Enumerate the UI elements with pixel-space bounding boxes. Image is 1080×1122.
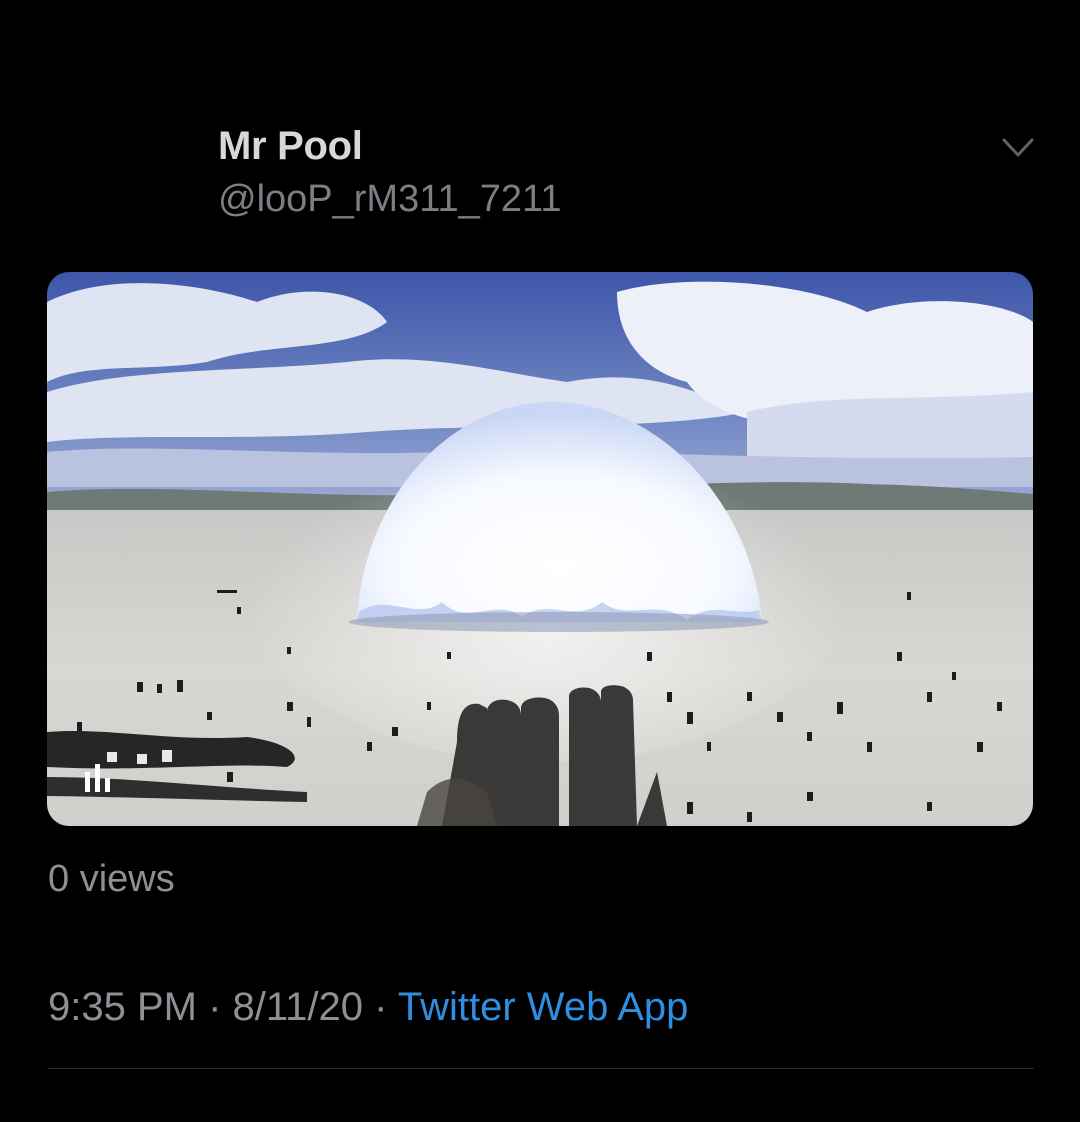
tweet-menu-button[interactable] — [996, 128, 1040, 168]
video-player[interactable] — [47, 272, 1033, 826]
display-name[interactable]: Mr Pool — [218, 124, 363, 169]
avatar[interactable] — [48, 122, 196, 230]
tweet-time[interactable]: 9:35 PM — [48, 985, 197, 1029]
separator-dot: · — [208, 985, 222, 1029]
user-handle[interactable]: @looP_rM311_7211 — [218, 178, 562, 221]
view-count: 0 views — [48, 858, 175, 900]
divider — [48, 1068, 1034, 1069]
tweet-metadata: 9:35 PM · 8/11/20 · Twitter Web App — [48, 985, 688, 1030]
tweet-source-link[interactable]: Twitter Web App — [398, 985, 689, 1029]
chevron-down-icon — [1002, 138, 1034, 157]
audio-bars-icon — [85, 764, 110, 792]
tweet-date[interactable]: 8/11/20 — [233, 985, 364, 1029]
video-thumbnail — [47, 272, 1033, 826]
separator-dot: · — [374, 985, 388, 1029]
